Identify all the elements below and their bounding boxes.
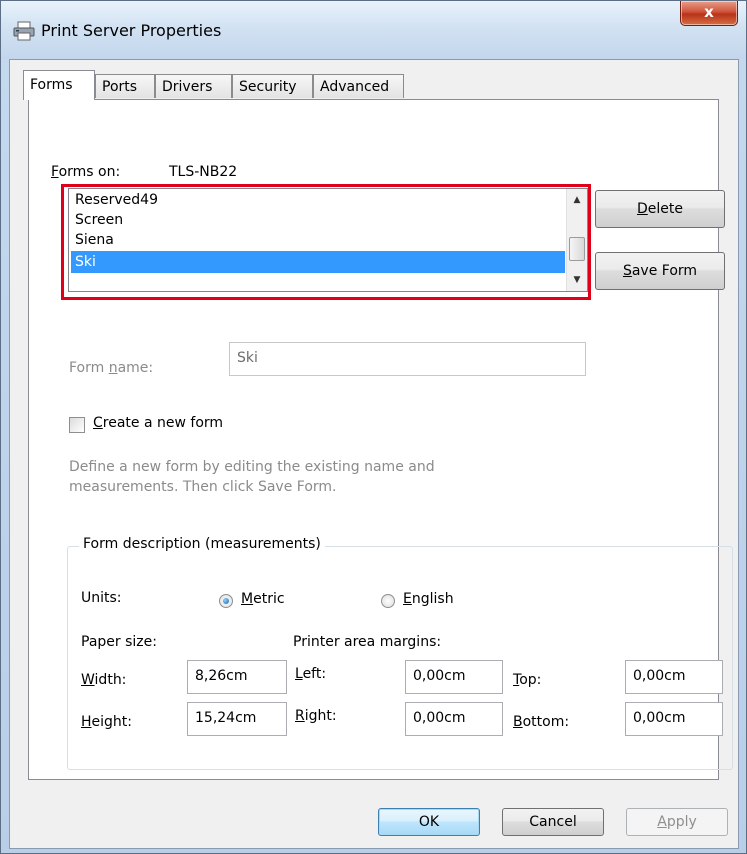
scroll-down-arrow-icon[interactable]: ▼ <box>567 269 587 291</box>
left-label: Left: <box>295 666 326 682</box>
bottom-label: Bottom: <box>513 714 569 730</box>
tab-ports[interactable]: Ports <box>95 74 155 98</box>
tab-ports-label: Ports <box>102 79 138 95</box>
dialog-client-area: Forms Ports Drivers Security Advanced Fo… <box>9 59 739 849</box>
form-name-label-a: Form <box>69 360 109 376</box>
form-name-label-b: ame: <box>117 360 154 376</box>
top-text: op: <box>519 672 542 688</box>
forms-on-label-accel: F <box>51 164 59 180</box>
list-item[interactable]: Screen <box>71 209 565 231</box>
create-new-form-checkbox[interactable] <box>69 417 85 433</box>
window-title: Print Server Properties <box>41 21 222 40</box>
apply-accel: A <box>657 814 667 830</box>
list-item[interactable]: Reserved49 <box>71 189 565 211</box>
tab-security[interactable]: Security <box>232 74 313 98</box>
delete-accel: D <box>637 201 648 217</box>
close-button[interactable]: x <box>680 1 738 26</box>
english-accel: E <box>403 591 412 607</box>
cancel-button[interactable]: Cancel <box>502 808 604 836</box>
server-name: TLS-NB22 <box>169 164 238 180</box>
left-text: eft: <box>302 666 327 682</box>
height-label: Height: <box>81 714 132 730</box>
forms-on-label: Forms on: <box>51 164 120 180</box>
list-item-selected[interactable]: Ski <box>71 251 565 273</box>
tab-drivers-label: Drivers <box>162 79 213 95</box>
margins-label: Printer area margins: <box>293 634 442 650</box>
english-radio[interactable] <box>381 594 395 608</box>
measurements-groupbox <box>67 546 733 770</box>
bottom-margin-field[interactable]: 0,00cm <box>625 702 723 736</box>
left-accel: L <box>295 666 303 682</box>
measurements-group-title: Form description (measurements) <box>79 536 325 552</box>
create-new-form-label[interactable]: Create a new form <box>93 415 223 431</box>
tab-drivers[interactable]: Drivers <box>155 74 232 98</box>
top-margin-field[interactable]: 0,00cm <box>625 660 723 694</box>
tab-advanced[interactable]: Advanced <box>313 74 404 98</box>
create-label: reate a new form <box>102 415 224 431</box>
width-accel: W <box>81 672 95 688</box>
metric-text: etric <box>253 591 285 607</box>
english-label[interactable]: English <box>403 591 454 607</box>
bottom-text: ottom: <box>522 714 570 730</box>
form-name-field[interactable]: Ski <box>229 342 586 376</box>
width-text: idth: <box>94 672 127 688</box>
ok-button[interactable]: OK <box>378 808 480 836</box>
tab-advanced-label: Advanced <box>320 79 390 95</box>
scroll-thumb[interactable] <box>569 237 585 261</box>
save-form-button[interactable]: Save Form <box>595 252 725 290</box>
list-item[interactable]: Siena <box>71 229 565 251</box>
left-margin-field[interactable]: 0,00cm <box>405 660 503 694</box>
forms-on-label-text: orms on: <box>58 164 121 180</box>
printer-icon <box>13 21 35 41</box>
delete-button[interactable]: Delete <box>595 190 725 228</box>
scroll-up-arrow-icon[interactable]: ▲ <box>567 189 587 211</box>
forms-tab-panel: Forms on: TLS-NB22 Reserved49 Screen Sie… <box>28 99 733 780</box>
paper-size-label: Paper size: <box>81 634 157 650</box>
metric-label[interactable]: Metric <box>241 591 285 607</box>
create-accel: C <box>93 415 103 431</box>
apply-button[interactable]: Apply <box>626 808 728 836</box>
height-text: eight: <box>91 714 132 730</box>
right-label: Right: <box>295 708 337 724</box>
dialog-window: Print Server Properties x Forms Ports Dr… <box>0 0 747 854</box>
width-label: Width: <box>81 672 126 688</box>
english-text: nglish <box>411 591 454 607</box>
forms-listbox[interactable]: Reserved49 Screen Siena Ski ▲ ▼ <box>68 188 588 292</box>
units-label: Units: <box>81 590 122 606</box>
form-name-label-accel: n <box>108 360 118 376</box>
tab-forms-label: Forms <box>30 77 73 93</box>
top-label: Top: <box>513 672 541 688</box>
list-scrollbar[interactable]: ▲ ▼ <box>566 189 587 291</box>
tab-security-label: Security <box>239 79 297 95</box>
height-field[interactable]: 15,24cm <box>187 702 287 736</box>
metric-radio[interactable] <box>219 594 233 608</box>
right-accel: R <box>295 708 305 724</box>
right-margin-field[interactable]: 0,00cm <box>405 702 503 736</box>
save-label: ave Form <box>631 263 698 279</box>
apply-label: pply <box>666 814 697 830</box>
form-name-label: Form name: <box>69 360 153 376</box>
metric-accel: M <box>241 591 254 607</box>
height-accel: H <box>81 714 92 730</box>
delete-label: elete <box>647 201 683 217</box>
right-text: ight: <box>304 708 337 724</box>
width-field[interactable]: 8,26cm <box>187 660 287 694</box>
tab-forms[interactable]: Forms <box>23 70 95 100</box>
title-bar[interactable]: Print Server Properties x <box>1 1 746 59</box>
description-text: Define a new form by editing the existin… <box>69 459 435 495</box>
bottom-accel: B <box>513 714 523 730</box>
save-accel: S <box>622 263 632 279</box>
